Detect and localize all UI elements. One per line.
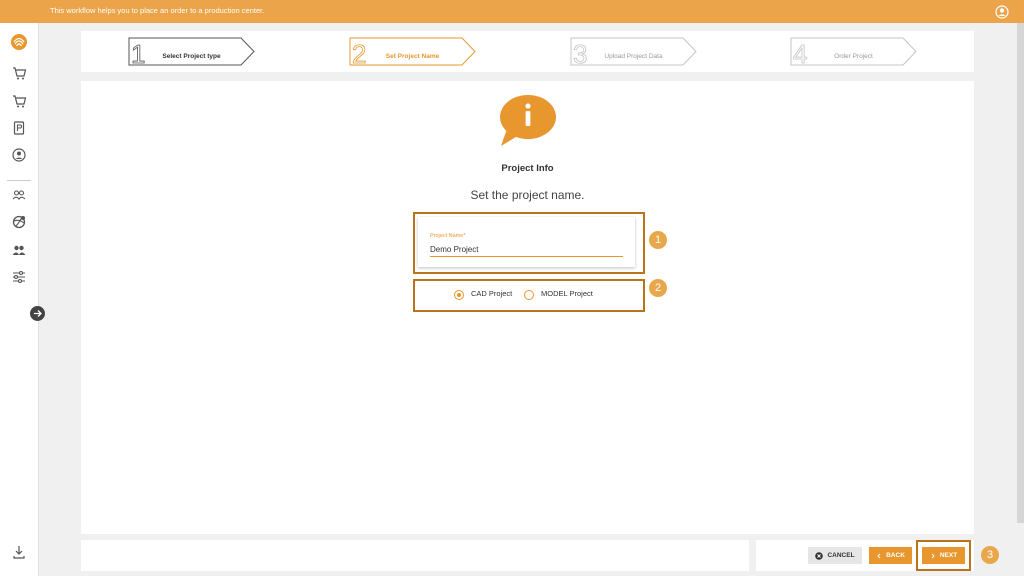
back-button[interactable]: BACK <box>869 547 912 564</box>
step-arrow-shape: 2 <box>349 37 476 69</box>
cancel-label: CANCEL <box>827 552 855 559</box>
step-select-project-type[interactable]: 1 Select Project type <box>128 37 255 71</box>
sidebar <box>0 23 39 576</box>
back-label: BACK <box>886 552 905 559</box>
user-group-icon[interactable] <box>11 187 27 203</box>
radio-button-unchecked[interactable] <box>524 290 534 300</box>
cart-orders-icon[interactable] <box>11 93 27 109</box>
top-bar: This workflow helps you to place an orde… <box>0 0 1024 23</box>
cancel-button[interactable]: CANCEL <box>808 547 862 564</box>
main-content-panel: Project Info Set the project name. Proje… <box>81 81 974 534</box>
step-label: Set Project Name <box>385 53 440 60</box>
project-name-label: Project Name* <box>430 233 466 239</box>
annotation-badge-1: 1 <box>649 231 667 249</box>
user-profile-icon[interactable] <box>11 147 27 163</box>
project-type-radio-group: CAD Project MODEL Project <box>454 288 614 300</box>
cancel-circle-icon <box>815 551 824 560</box>
chevron-left-icon <box>877 553 881 558</box>
info-speech-bubble-icon <box>500 95 556 146</box>
workflow-description: This workflow helps you to place an orde… <box>50 6 265 15</box>
radio-button-checked[interactable] <box>454 290 464 300</box>
radio-label: MODEL Project <box>541 289 593 298</box>
arrow-right-icon <box>34 310 42 317</box>
page-subtitle: Set the project name. <box>470 188 585 202</box>
footer-left-panel <box>81 540 749 571</box>
shopping-cart-icon[interactable] <box>11 65 27 81</box>
page-scrollbar[interactable] <box>1017 23 1024 523</box>
sidebar-divider <box>7 180 31 181</box>
download-icon[interactable] <box>11 544 27 560</box>
workflow-stepper: 1 Select Project type 2 Set Project Name… <box>81 31 974 72</box>
user-account-icon[interactable] <box>995 5 1009 19</box>
sliders-settings-icon[interactable] <box>11 269 27 285</box>
step-arrow-shape: 4 <box>790 37 917 69</box>
project-name-input[interactable] <box>430 242 623 257</box>
app-logo-icon[interactable] <box>10 33 28 51</box>
radio-option-model-project[interactable]: MODEL Project <box>524 288 609 300</box>
radio-option-cad-project[interactable]: CAD Project <box>454 288 519 300</box>
step-arrow-shape: 1 <box>128 37 255 69</box>
team-users-icon[interactable] <box>11 242 27 258</box>
globe-settings-icon[interactable] <box>11 214 27 230</box>
annotation-badge-2: 2 <box>649 279 667 297</box>
project-name-field: Project Name* <box>418 217 635 267</box>
radio-label: CAD Project <box>471 289 513 298</box>
project-document-icon[interactable] <box>11 120 27 136</box>
step-upload-project-data[interactable]: 3 Upload Project Data <box>570 37 697 71</box>
step-label: Order Project <box>834 53 873 60</box>
step-arrow-shape: 3 <box>570 37 697 69</box>
next-button[interactable]: NEXT <box>922 547 965 564</box>
expand-sidebar-button[interactable] <box>30 306 45 321</box>
step-label: Select Project type <box>162 53 221 60</box>
page-title: Project Info <box>501 163 554 174</box>
next-label: NEXT <box>939 552 958 559</box>
chevron-right-icon <box>931 553 935 558</box>
step-label: Upload Project Data <box>604 53 663 60</box>
step-order-project[interactable]: 4 Order Project <box>790 37 917 71</box>
annotation-badge-3: 3 <box>981 546 999 564</box>
step-set-project-name[interactable]: 2 Set Project Name <box>349 37 476 71</box>
